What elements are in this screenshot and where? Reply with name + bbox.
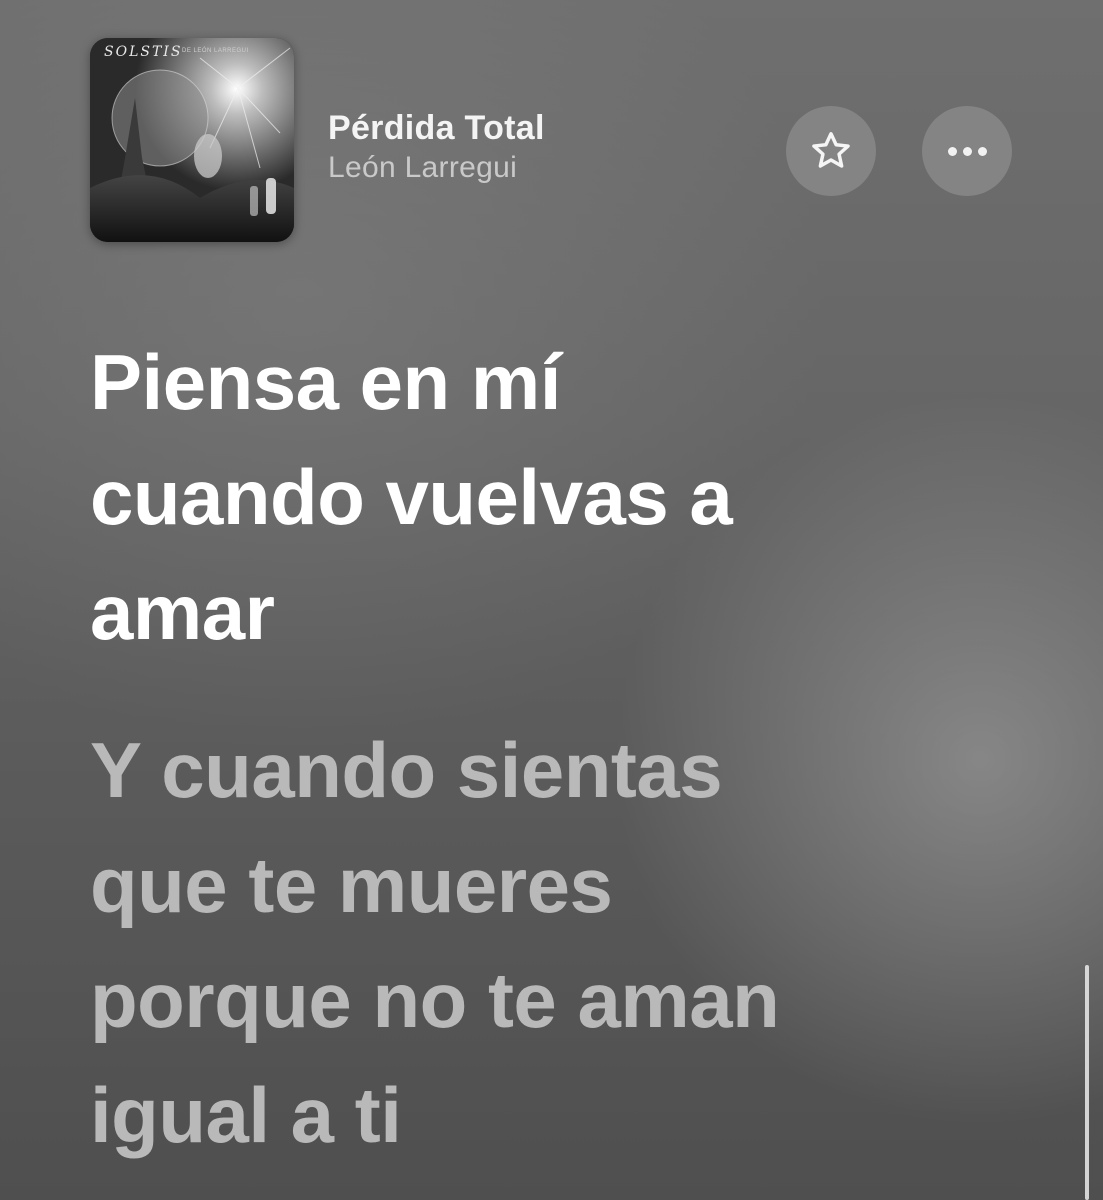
more-options-button[interactable] — [922, 106, 1012, 196]
album-cover-subtitle: DE LEÓN LARREGUI — [182, 48, 249, 54]
album-artwork-image — [90, 38, 294, 242]
favorite-button[interactable] — [786, 106, 876, 196]
lyric-line: Piensa en mí — [90, 338, 561, 426]
lyrics-view[interactable]: Piensa en mí cuando vuelvas a amar Y cua… — [90, 325, 1050, 1173]
lyric-current[interactable]: Piensa en mí cuando vuelvas a amar — [90, 325, 1050, 670]
now-playing-header: SOLSTIS DE LEÓN LARREGUI Pérdida Total L… — [90, 38, 1030, 242]
star-icon — [812, 132, 850, 168]
lyric-line: porque no te aman — [90, 956, 780, 1044]
album-artwork[interactable]: SOLSTIS DE LEÓN LARREGUI — [90, 38, 294, 242]
lyric-line: Y cuando sientas — [90, 726, 723, 814]
lyric-line: que te mueres — [90, 841, 613, 929]
scrollbar[interactable] — [1085, 965, 1089, 1200]
ellipsis-icon — [947, 146, 987, 156]
track-info[interactable]: Pérdida Total León Larregui — [328, 108, 545, 188]
lyric-next[interactable]: Y cuando sientas que te mueres porque no… — [90, 713, 1050, 1173]
track-artist[interactable]: León Larregui — [328, 148, 545, 188]
lyric-line: cuando vuelvas a — [90, 453, 733, 541]
lyric-line: igual a ti — [90, 1071, 402, 1159]
lyric-line: amar — [90, 568, 275, 656]
album-cover-logo: SOLSTIS — [104, 44, 183, 60]
track-title: Pérdida Total — [328, 109, 545, 147]
